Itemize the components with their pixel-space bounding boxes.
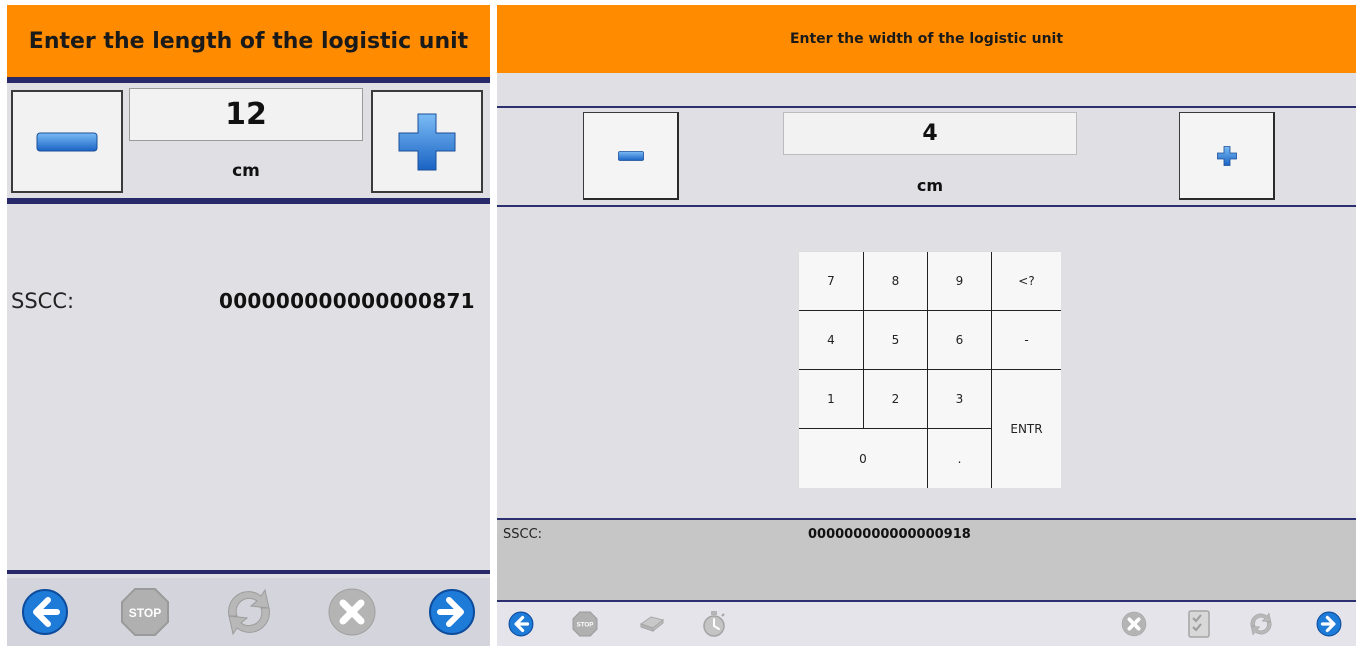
svg-text:STOP: STOP — [577, 622, 594, 629]
refresh-icon — [1247, 610, 1275, 638]
sscc-label: SSCC: — [503, 527, 543, 542]
divider — [7, 198, 490, 204]
forward-arrow-icon[interactable] — [1315, 610, 1343, 638]
decimal-key[interactable]: . — [928, 429, 992, 488]
key-5[interactable]: 5 — [864, 311, 928, 370]
back-arrow-icon[interactable] — [507, 610, 535, 638]
divider — [7, 77, 490, 83]
key-8[interactable]: 8 — [864, 252, 928, 311]
unit-label: cm — [916, 176, 944, 195]
decrement-button[interactable] — [583, 112, 679, 200]
plus-icon — [1216, 145, 1237, 166]
svg-text:STOP: STOP — [129, 606, 161, 620]
key-3[interactable]: 3 — [928, 370, 992, 429]
back-arrow-icon[interactable] — [21, 588, 69, 636]
decrement-button[interactable] — [11, 90, 123, 193]
cancel-icon — [327, 587, 377, 637]
sscc-value: 000000000000000871 — [219, 289, 475, 313]
backspace-key[interactable]: <? — [992, 252, 1061, 311]
info-panel: SSCC: 000000000000000918 — [497, 520, 1356, 602]
width-value-field[interactable]: 4 — [783, 112, 1077, 155]
stopwatch-icon — [700, 610, 728, 638]
key-0[interactable]: 0 — [799, 429, 928, 488]
bottom-toolbar: STOP — [497, 602, 1356, 646]
screen-title: Enter the width of the logistic unit — [497, 5, 1356, 73]
divider — [497, 106, 1356, 108]
unit-label: cm — [232, 161, 260, 181]
key-7[interactable]: 7 — [799, 252, 864, 311]
key-4[interactable]: 4 — [799, 311, 864, 370]
plus-icon — [398, 113, 456, 171]
cancel-icon — [1120, 610, 1148, 638]
increment-button[interactable] — [371, 90, 483, 193]
numeric-keypad: 7 8 9 <? 4 5 6 - 1 2 3 ENTR 0 . — [798, 251, 1061, 488]
minus-icon — [617, 150, 644, 161]
eraser-icon — [637, 610, 665, 638]
key-6[interactable]: 6 — [928, 311, 992, 370]
forward-arrow-icon[interactable] — [428, 588, 476, 636]
key-2[interactable]: 2 — [864, 370, 928, 429]
length-value-field[interactable]: 12 — [129, 88, 363, 141]
refresh-icon — [221, 586, 277, 638]
stop-icon: STOP — [571, 610, 599, 638]
screen-title: Enter the length of the logistic unit — [7, 5, 490, 77]
minus-key[interactable]: - — [992, 311, 1061, 370]
screenshot-separator — [490, 0, 497, 646]
stop-icon: STOP — [120, 587, 170, 637]
bottom-toolbar: STOP — [7, 578, 490, 646]
increment-button[interactable] — [1179, 112, 1275, 200]
sscc-value: 000000000000000918 — [808, 527, 971, 542]
minus-icon — [36, 132, 98, 152]
width-entry-screen: Enter the width of the logistic unit 4 c… — [497, 5, 1356, 646]
divider — [497, 205, 1356, 207]
length-entry-screen: Enter the length of the logistic unit 12… — [7, 5, 490, 646]
checklist-icon — [1185, 610, 1213, 638]
divider — [7, 570, 490, 574]
key-1[interactable]: 1 — [799, 370, 864, 429]
key-9[interactable]: 9 — [928, 252, 992, 311]
enter-key[interactable]: ENTR — [992, 370, 1061, 488]
sscc-label: SSCC: — [11, 289, 75, 313]
